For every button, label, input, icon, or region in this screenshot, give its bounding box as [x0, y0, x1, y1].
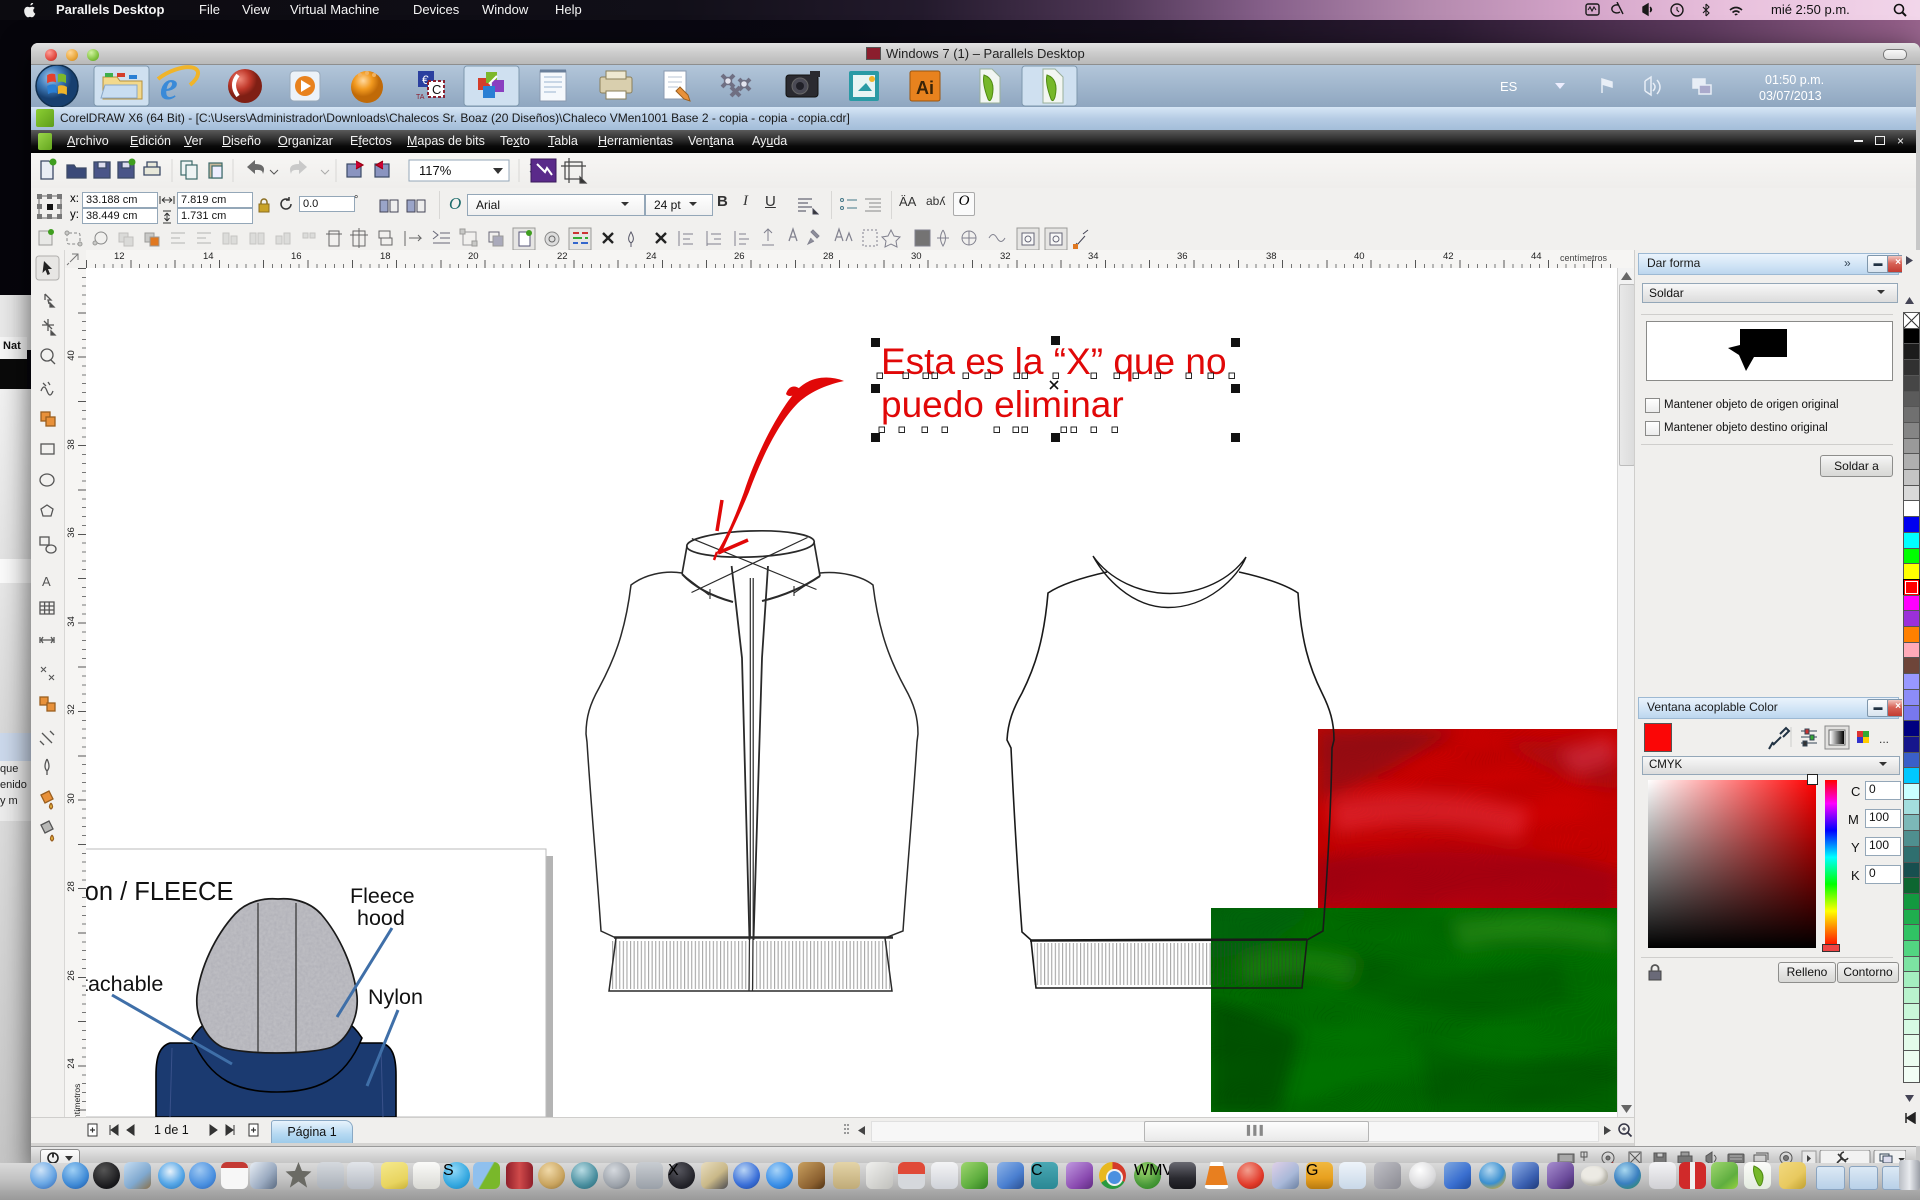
svg-text:...: ... — [1879, 732, 1889, 746]
svg-text:TA: TA — [416, 94, 425, 101]
svg-text:03/07/2013: 03/07/2013 — [1759, 89, 1822, 103]
svg-text:Ai: Ai — [916, 78, 934, 98]
svg-text:puedo eliminar: puedo eliminar — [881, 384, 1124, 425]
svg-text:Fleece: Fleece — [350, 884, 415, 908]
svg-text:Nylon: Nylon — [368, 985, 423, 1009]
svg-text:hood: hood — [357, 906, 405, 930]
svg-text:ES: ES — [1500, 79, 1518, 94]
svg-text:C: C — [432, 82, 441, 97]
svg-text:A: A — [42, 574, 51, 589]
svg-text:117%: 117% — [419, 163, 452, 178]
svg-text:lon / FLEECE: lon / FLEECE — [86, 878, 233, 906]
svg-text:01:50 p.m.: 01:50 p.m. — [1765, 73, 1824, 87]
svg-text:tachable: tachable — [86, 972, 163, 996]
